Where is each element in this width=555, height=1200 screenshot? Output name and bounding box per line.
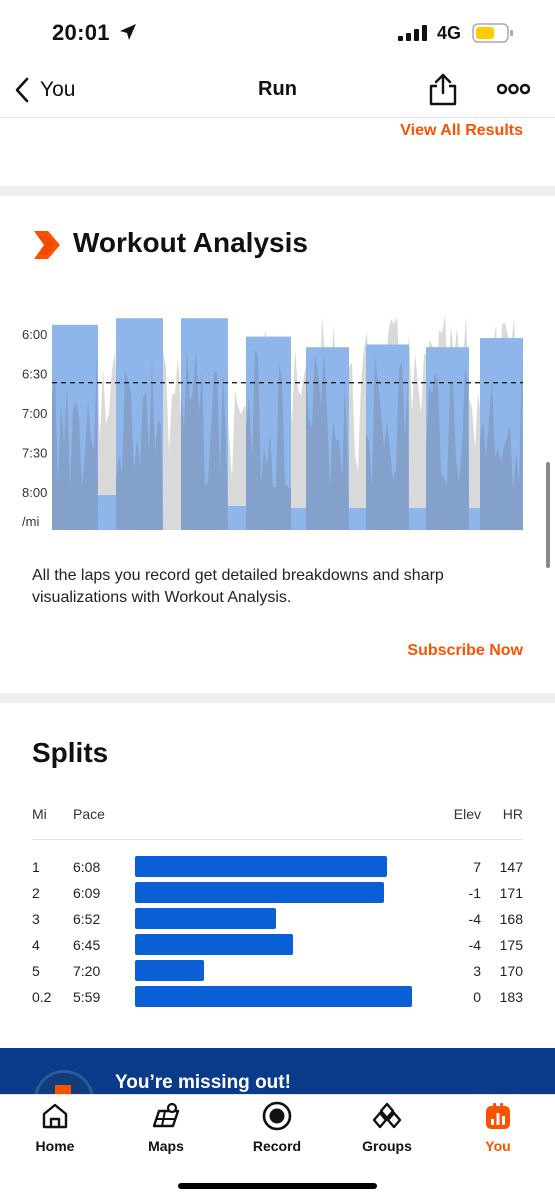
chart-y-tick-label: 7:30 <box>22 446 47 461</box>
tab-home-label: Home <box>35 1138 75 1154</box>
header-pace: Pace <box>73 806 105 822</box>
header-mi: Mi <box>32 806 47 822</box>
split-hr: 171 <box>499 885 523 901</box>
section-divider <box>0 693 555 703</box>
split-hr: 168 <box>499 911 523 927</box>
split-pace: 6:52 <box>73 911 101 927</box>
split-elev: -4 <box>468 937 481 953</box>
home-indicator <box>178 1183 377 1189</box>
more-icon[interactable] <box>497 80 530 98</box>
split-pace-bar <box>135 986 412 1007</box>
tab-maps[interactable]: Maps <box>121 1095 211 1165</box>
recovery-bar <box>98 495 116 530</box>
split-mi: 5 <box>32 963 40 979</box>
chart-y-tick-label: /mi <box>22 514 39 529</box>
split-pace-bar <box>135 908 276 929</box>
header-elev: Elev <box>453 806 481 822</box>
split-pace-bar <box>135 934 293 955</box>
split-pace-bar <box>135 856 387 877</box>
recovery-bar <box>469 508 480 530</box>
subscribe-now-link[interactable]: Subscribe Now <box>407 642 523 660</box>
view-all-results-link[interactable]: View All Results <box>400 122 523 140</box>
split-elev: 0 <box>473 989 481 1005</box>
split-hr: 183 <box>499 989 523 1005</box>
network-type: 4G <box>437 23 462 43</box>
tab-home[interactable]: Home <box>10 1095 100 1165</box>
status-time: 20:01 <box>52 20 110 45</box>
promo-badge-icon <box>34 1070 94 1094</box>
split-row: 1 6:08 7 147 <box>32 856 523 878</box>
recovery-bar <box>291 508 306 530</box>
tab-groups-label: Groups <box>362 1138 412 1154</box>
split-elev: -1 <box>468 885 481 901</box>
location-arrow-icon <box>120 24 136 40</box>
workout-analysis-chart: 6:00 6:30 7:00 7:30 8:00/mi <box>22 315 523 531</box>
split-pace: 6:08 <box>73 859 101 875</box>
split-row: 3 6:52 -4 168 <box>32 908 523 930</box>
home-icon <box>42 1103 68 1129</box>
split-pace: 6:45 <box>73 937 101 953</box>
split-mi: 1 <box>32 859 40 875</box>
split-mi: 0.2 <box>32 989 52 1005</box>
status-bar: 20:01 4G <box>0 0 555 62</box>
split-hr: 170 <box>499 963 523 979</box>
split-pace-bar <box>135 960 204 981</box>
header-hr: HR <box>502 806 523 822</box>
chart-y-tick-label: 6:30 <box>22 367 47 382</box>
split-mi: 4 <box>32 937 40 953</box>
split-elev: -4 <box>468 911 481 927</box>
recovery-bar <box>349 508 366 530</box>
splits-header: Mi Pace Elev HR <box>32 806 523 840</box>
chart-y-tick-label: 7:00 <box>22 406 47 421</box>
tab-you[interactable]: You <box>453 1095 543 1165</box>
tab-record-label: Record <box>252 1138 302 1154</box>
upsell-banner[interactable]: You’re missing out! <box>0 1048 555 1094</box>
chart-y-tick-label: 6:00 <box>22 327 47 342</box>
recovery-bar <box>409 508 426 530</box>
workout-analysis-description: All the laps you record get detailed bre… <box>32 567 444 606</box>
tab-groups[interactable]: Groups <box>342 1095 432 1165</box>
split-row: 0.2 5:59 0 183 <box>32 986 523 1008</box>
split-row: 5 7:20 3 170 <box>32 960 523 982</box>
recovery-bar <box>228 506 246 530</box>
tab-maps-label: Maps <box>148 1138 184 1154</box>
battery-icon <box>472 23 513 43</box>
split-pace: 5:59 <box>73 989 101 1005</box>
chevron-badge-icon <box>34 231 60 259</box>
split-pace-bar <box>135 882 384 903</box>
split-elev: 3 <box>473 963 481 979</box>
tab-record[interactable]: Record <box>232 1095 322 1165</box>
workout-analysis-title: Workout Analysis <box>73 227 308 258</box>
you-icon <box>486 1103 510 1129</box>
split-row: 4 6:45 -4 175 <box>32 934 523 956</box>
splits-title: Splits <box>32 737 109 768</box>
split-mi: 2 <box>32 885 40 901</box>
split-mi: 3 <box>32 911 40 927</box>
signal-bars-icon <box>398 25 427 41</box>
map-icon <box>152 1102 180 1128</box>
split-pace: 6:09 <box>73 885 101 901</box>
promo-text: You’re missing out! <box>115 1072 291 1093</box>
split-row: 2 6:09 -1 171 <box>32 882 523 904</box>
scrollbar[interactable] <box>546 462 550 568</box>
share-icon[interactable] <box>428 72 458 106</box>
split-pace: 7:20 <box>73 963 101 979</box>
page-title: Run <box>258 78 297 100</box>
chart-y-tick-label: 8:00 <box>22 485 47 500</box>
tab-you-label: You <box>485 1138 511 1154</box>
nav-bar: You Run <box>0 62 555 118</box>
split-hr: 147 <box>499 859 523 875</box>
record-icon <box>262 1101 292 1131</box>
section-divider <box>0 186 555 196</box>
split-elev: 7 <box>473 859 481 875</box>
split-hr: 175 <box>499 937 523 953</box>
groups-icon <box>372 1102 402 1129</box>
